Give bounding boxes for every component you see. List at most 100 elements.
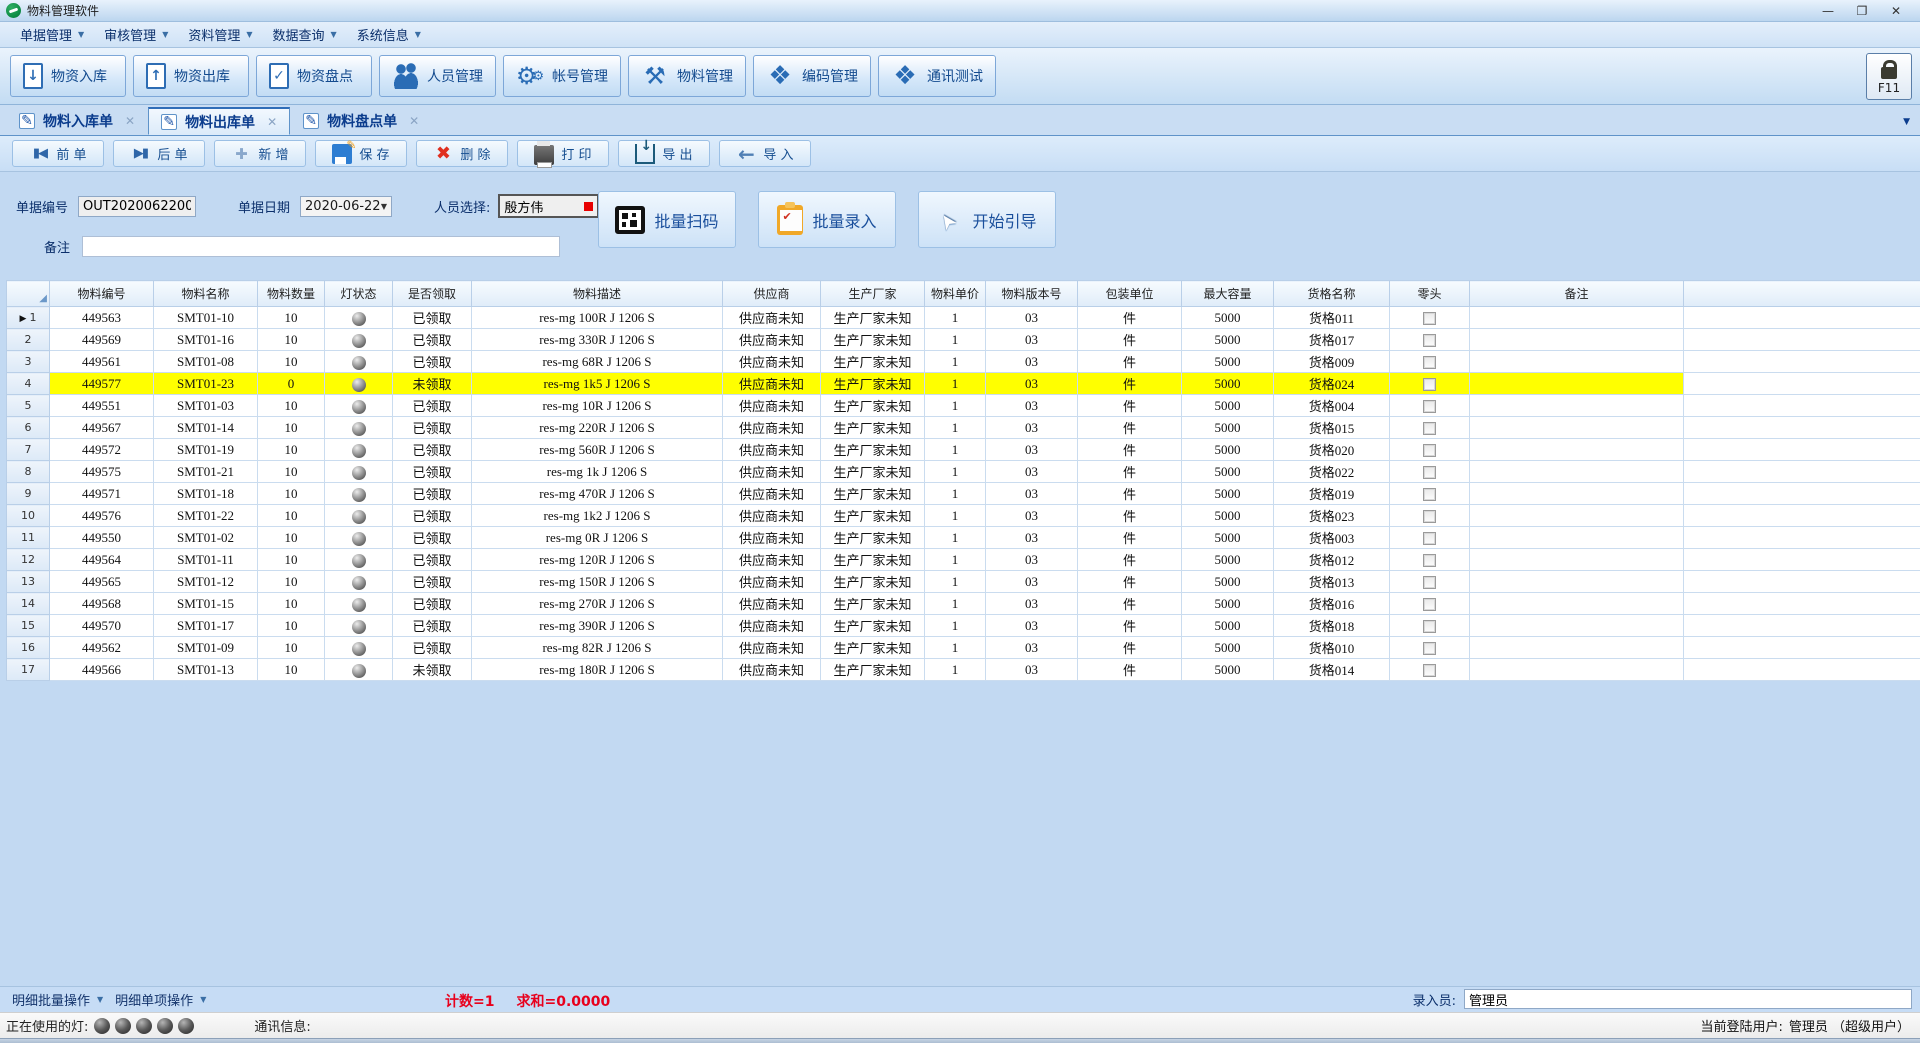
single-operations-menu[interactable]: 明细单项操作 ▼ — [115, 990, 206, 1009]
cell-version[interactable]: 03 — [986, 571, 1078, 593]
cell-version[interactable]: 03 — [986, 615, 1078, 637]
action-button[interactable]: 打 印 — [517, 140, 609, 167]
cell-maker[interactable]: 生产厂家未知 — [821, 505, 925, 527]
odd-checkbox[interactable] — [1423, 422, 1436, 435]
action-button[interactable]: 导 入 — [719, 140, 811, 167]
table-row[interactable]: ▶1 449563 SMT01-10 10 已领取 res-mg 100R J … — [7, 307, 1920, 329]
cell-name[interactable]: SMT01-23 — [154, 373, 258, 395]
cell-maker[interactable]: 生产厂家未知 — [821, 615, 925, 637]
cell-qty[interactable]: 10 — [258, 659, 325, 681]
toolbar-button[interactable]: 人员管理 — [379, 55, 496, 97]
cell-desc[interactable]: res-mg 560R J 1206 S — [472, 439, 723, 461]
cell-version[interactable]: 03 — [986, 461, 1078, 483]
cell-shelf[interactable]: 货格018 — [1274, 615, 1390, 637]
cell-received[interactable]: 已领取 — [393, 351, 472, 373]
cell-note[interactable] — [1470, 461, 1684, 483]
cell-code[interactable]: 449570 — [50, 615, 154, 637]
col-header-odd[interactable]: 零头 — [1390, 281, 1470, 307]
cell-qty[interactable]: 10 — [258, 527, 325, 549]
quick-button[interactable]: 开始引导 — [918, 191, 1056, 248]
cell-name[interactable]: SMT01-18 — [154, 483, 258, 505]
cell-name[interactable]: SMT01-16 — [154, 329, 258, 351]
cell-supplier[interactable]: 供应商未知 — [723, 571, 821, 593]
cell-version[interactable]: 03 — [986, 417, 1078, 439]
col-header-unit[interactable]: 包装单位 — [1078, 281, 1182, 307]
cell-odd[interactable] — [1390, 439, 1470, 461]
tab-close-icon[interactable]: ✕ — [267, 115, 277, 129]
cell-capacity[interactable]: 5000 — [1182, 417, 1274, 439]
odd-checkbox[interactable] — [1423, 510, 1436, 523]
cell-supplier[interactable]: 供应商未知 — [723, 417, 821, 439]
operator-field[interactable] — [1464, 989, 1912, 1009]
cell-received[interactable]: 已领取 — [393, 417, 472, 439]
menu-item[interactable]: 数据查询 ▼ — [263, 24, 347, 46]
cell-note[interactable] — [1470, 395, 1684, 417]
cell-lamp[interactable] — [325, 417, 393, 439]
cell-maker[interactable]: 生产厂家未知 — [821, 593, 925, 615]
cell-odd[interactable] — [1390, 505, 1470, 527]
tab-overflow-icon[interactable]: ▼ — [1903, 117, 1910, 127]
cell-maker[interactable]: 生产厂家未知 — [821, 571, 925, 593]
cell-lamp[interactable] — [325, 329, 393, 351]
cell-capacity[interactable]: 5000 — [1182, 351, 1274, 373]
cell-lamp[interactable] — [325, 505, 393, 527]
cell-note[interactable] — [1470, 637, 1684, 659]
row-header-cell[interactable]: ▶5 — [7, 395, 50, 417]
odd-checkbox[interactable] — [1423, 334, 1436, 347]
cell-shelf[interactable]: 货格003 — [1274, 527, 1390, 549]
cell-capacity[interactable]: 5000 — [1182, 549, 1274, 571]
cell-odd[interactable] — [1390, 615, 1470, 637]
cell-capacity[interactable]: 5000 — [1182, 461, 1274, 483]
cell-code[interactable]: 449567 — [50, 417, 154, 439]
toolbar-button[interactable]: 物资出库 — [133, 55, 249, 97]
person-field[interactable] — [500, 196, 578, 216]
table-row[interactable]: ▶7 449572 SMT01-19 10 已领取 res-mg 560R J … — [7, 439, 1920, 461]
toolbar-button[interactable]: 帐号管理 — [503, 55, 621, 97]
col-header-desc[interactable]: 物料描述 — [472, 281, 723, 307]
row-header-cell[interactable]: ▶9 — [7, 483, 50, 505]
cell-maker[interactable]: 生产厂家未知 — [821, 549, 925, 571]
cell-name[interactable]: SMT01-12 — [154, 571, 258, 593]
table-row[interactable]: ▶17 449566 SMT01-13 10 未领取 res-mg 180R J… — [7, 659, 1920, 681]
cell-maker[interactable]: 生产厂家未知 — [821, 307, 925, 329]
cell-lamp[interactable] — [325, 527, 393, 549]
table-row[interactable]: ▶8 449575 SMT01-21 10 已领取 res-mg 1k J 12… — [7, 461, 1920, 483]
cell-note[interactable] — [1470, 307, 1684, 329]
cell-shelf[interactable]: 货格010 — [1274, 637, 1390, 659]
cell-unit[interactable]: 件 — [1078, 571, 1182, 593]
cell-received[interactable]: 已领取 — [393, 461, 472, 483]
cell-shelf[interactable]: 货格020 — [1274, 439, 1390, 461]
col-header-lamp[interactable]: 灯状态 — [325, 281, 393, 307]
cell-name[interactable]: SMT01-08 — [154, 351, 258, 373]
cell-price[interactable]: 1 — [925, 351, 986, 373]
cell-lamp[interactable] — [325, 351, 393, 373]
cell-version[interactable]: 03 — [986, 527, 1078, 549]
cell-price[interactable]: 1 — [925, 307, 986, 329]
menu-item[interactable]: 审核管理 ▼ — [94, 24, 178, 46]
odd-checkbox[interactable] — [1423, 554, 1436, 567]
cell-capacity[interactable]: 5000 — [1182, 307, 1274, 329]
cell-desc[interactable]: res-mg 330R J 1206 S — [472, 329, 723, 351]
cell-maker[interactable]: 生产厂家未知 — [821, 439, 925, 461]
row-header-cell[interactable]: ▶13 — [7, 571, 50, 593]
quick-button[interactable]: 批量扫码 — [598, 191, 736, 248]
tab-close-icon[interactable]: ✕ — [125, 114, 135, 128]
cell-lamp[interactable] — [325, 373, 393, 395]
col-header-supplier[interactable]: 供应商 — [723, 281, 821, 307]
col-header-capacity[interactable]: 最大容量 — [1182, 281, 1274, 307]
cell-supplier[interactable]: 供应商未知 — [723, 615, 821, 637]
cell-shelf[interactable]: 货格014 — [1274, 659, 1390, 681]
cell-lamp[interactable] — [325, 549, 393, 571]
table-row[interactable]: ▶6 449567 SMT01-14 10 已领取 res-mg 220R J … — [7, 417, 1920, 439]
odd-checkbox[interactable] — [1423, 400, 1436, 413]
cell-note[interactable] — [1470, 615, 1684, 637]
cell-code[interactable]: 449563 — [50, 307, 154, 329]
remark-field[interactable] — [82, 236, 560, 257]
cell-lamp[interactable] — [325, 483, 393, 505]
cell-name[interactable]: SMT01-09 — [154, 637, 258, 659]
cell-note[interactable] — [1470, 329, 1684, 351]
cell-unit[interactable]: 件 — [1078, 461, 1182, 483]
action-button[interactable]: 导 出 — [618, 140, 710, 167]
cell-note[interactable] — [1470, 505, 1684, 527]
toolbar-button[interactable]: 物资入库 — [10, 55, 126, 97]
